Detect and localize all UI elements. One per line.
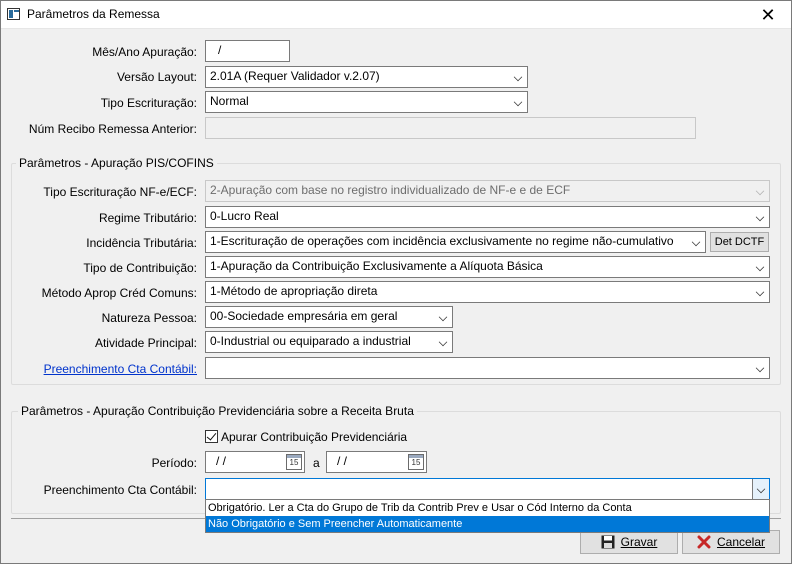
chevron-down-icon bbox=[755, 287, 765, 297]
chevron-down-icon bbox=[755, 363, 765, 373]
periodo-label: Período: bbox=[151, 456, 197, 470]
cta-contabil-dropdown-list: Obrigatório. Ler a Cta do Grupo de Trib … bbox=[205, 499, 770, 533]
mes-ano-value: / bbox=[218, 43, 222, 57]
gravar-label: Gravar bbox=[620, 535, 658, 549]
atividade-principal-value: 0-Industrial ou equiparado a industrial bbox=[210, 334, 411, 348]
cancelar-label: Cancelar bbox=[716, 535, 766, 549]
regime-tributario-select[interactable]: 0-Lucro Real bbox=[205, 206, 770, 228]
prev-cta-contabil-label: Preenchimento Cta Contábil: bbox=[43, 483, 197, 497]
incidencia-value: 1-Escrituração de operações com incidênc… bbox=[210, 234, 674, 248]
tipo-contribuicao-value: 1-Apuração da Contribuição Exclusivament… bbox=[210, 259, 543, 273]
num-recibo-label: Núm Recibo Remessa Anterior: bbox=[28, 122, 197, 136]
regime-tributario-label: Regime Tributário: bbox=[98, 211, 197, 225]
apurar-label: Apurar Contribuição Previdenciária bbox=[221, 430, 408, 444]
close-icon[interactable]: ✕ bbox=[745, 1, 791, 29]
tipo-nfe-label: Tipo Escrituração NF-e/ECF: bbox=[43, 185, 197, 199]
chevron-down-icon bbox=[755, 186, 765, 196]
chevron-down-icon bbox=[691, 237, 701, 247]
tipo-nfe-value: 2-Apuração com base no registro individu… bbox=[210, 183, 571, 197]
pis-cta-contabil-select[interactable] bbox=[205, 357, 770, 379]
tipo-escrituracao-select[interactable]: Normal bbox=[205, 91, 528, 113]
periodo-to-value: / / bbox=[337, 454, 348, 468]
periodo-from-input[interactable]: / / 15 bbox=[205, 451, 305, 473]
app-icon bbox=[7, 8, 20, 20]
window-title: Parâmetros da Remessa bbox=[27, 7, 160, 21]
metodo-aprop-value: 1-Método de apropriação direta bbox=[210, 284, 378, 298]
det-dctf-button[interactable]: Det DCTF bbox=[710, 232, 769, 252]
chevron-down-icon bbox=[756, 484, 766, 494]
cancelar-button[interactable]: Cancelar bbox=[682, 530, 780, 554]
incidencia-label: Incidência Tributária: bbox=[86, 236, 197, 250]
floppy-disk-icon bbox=[601, 535, 615, 549]
chevron-down-icon bbox=[513, 72, 523, 82]
title-bar: Parâmetros da Remessa ✕ bbox=[1, 1, 791, 29]
calendar-icon[interactable]: 15 bbox=[408, 454, 424, 470]
versao-layout-label: Versão Layout: bbox=[116, 70, 197, 84]
previdenciaria-group-title: Parâmetros - Apuração Contribuição Previ… bbox=[18, 404, 417, 418]
mes-ano-label: Mês/Ano Apuração: bbox=[92, 45, 197, 59]
tipo-contribuicao-select[interactable]: 1-Apuração da Contribuição Exclusivament… bbox=[205, 256, 770, 278]
chevron-down-icon bbox=[755, 212, 765, 222]
metodo-aprop-select[interactable]: 1-Método de apropriação direta bbox=[205, 281, 770, 303]
dropdown-button[interactable] bbox=[752, 479, 769, 499]
regime-tributario-value: 0-Lucro Real bbox=[210, 209, 279, 223]
prev-cta-contabil-select[interactable] bbox=[205, 478, 770, 500]
chevron-down-icon bbox=[513, 97, 523, 107]
periodo-from-value: / / bbox=[216, 454, 227, 468]
versao-layout-value: 2.01A (Requer Validador v.2.07) bbox=[210, 69, 380, 83]
incidencia-select[interactable]: 1-Escrituração de operações com incidênc… bbox=[205, 231, 706, 253]
det-dctf-label: Det DCTF bbox=[714, 236, 765, 248]
dropdown-option-selected[interactable]: Não Obrigatório e Sem Preencher Automati… bbox=[206, 516, 769, 532]
mes-ano-input[interactable]: / bbox=[205, 40, 290, 62]
cancel-x-icon bbox=[697, 535, 711, 549]
tipo-escrituracao-value: Normal bbox=[210, 94, 249, 108]
natureza-pessoa-value: 00-Sociedade empresária em geral bbox=[210, 309, 398, 323]
natureza-pessoa-label: Natureza Pessoa: bbox=[101, 311, 197, 325]
tipo-nfe-select[interactable]: 2-Apuração com base no registro individu… bbox=[205, 180, 770, 202]
pis-cofins-group-title: Parâmetros - Apuração PIS/COFINS bbox=[16, 156, 217, 170]
atividade-principal-label: Atividade Principal: bbox=[94, 336, 197, 350]
apurar-checkbox[interactable] bbox=[205, 430, 218, 443]
chevron-down-icon bbox=[438, 337, 448, 347]
tipo-escrituracao-label: Tipo Escrituração: bbox=[100, 96, 197, 110]
calendar-icon[interactable]: 15 bbox=[286, 454, 302, 470]
chevron-down-icon bbox=[755, 262, 765, 272]
periodo-to-input[interactable]: / / 15 bbox=[326, 451, 427, 473]
chevron-down-icon bbox=[438, 312, 448, 322]
versao-layout-select[interactable]: 2.01A (Requer Validador v.2.07) bbox=[205, 66, 528, 88]
periodo-separator: a bbox=[313, 456, 320, 470]
natureza-pessoa-select[interactable]: 00-Sociedade empresária em geral bbox=[205, 306, 453, 328]
tipo-contribuicao-label: Tipo de Contribuição: bbox=[83, 261, 197, 275]
num-recibo-input[interactable] bbox=[205, 117, 696, 139]
metodo-aprop-label: Método Aprop Créd Comuns: bbox=[41, 286, 197, 300]
atividade-principal-select[interactable]: 0-Industrial ou equiparado a industrial bbox=[205, 331, 453, 353]
dropdown-option[interactable]: Obrigatório. Ler a Cta do Grupo de Trib … bbox=[206, 500, 769, 516]
gravar-button[interactable]: Gravar bbox=[580, 530, 678, 554]
pis-cta-contabil-link[interactable]: Preenchimento Cta Contábil: bbox=[15, 362, 197, 376]
dialog-window: Parâmetros da Remessa ✕ Mês/Ano Apuração… bbox=[0, 0, 792, 564]
